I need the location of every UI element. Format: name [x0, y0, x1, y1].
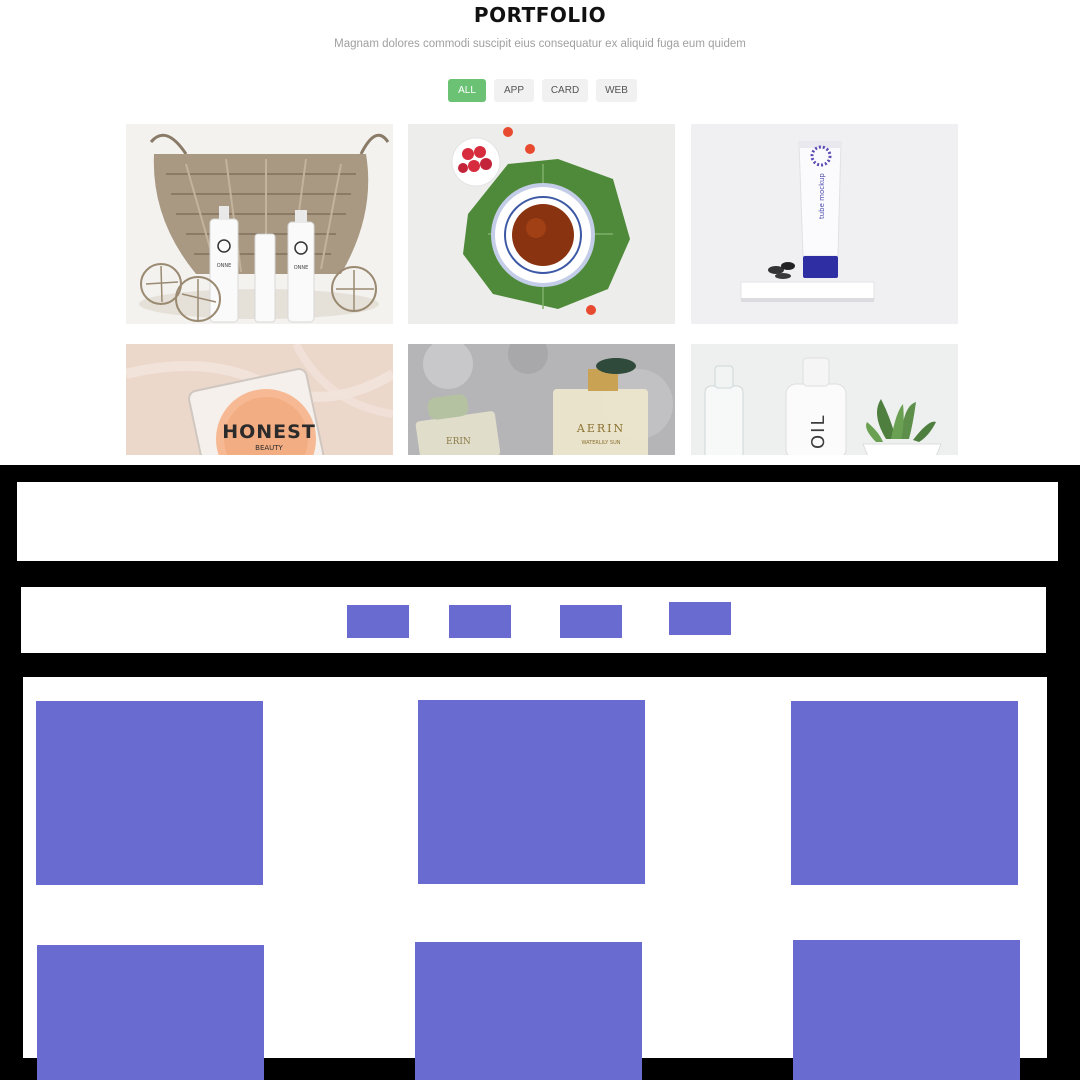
wireframe-grid-tile[interactable] [418, 700, 645, 884]
portfolio-filters: ALL APP CARD WEB [0, 79, 1080, 102]
wireframe-header-panel [17, 482, 1058, 561]
portfolio-item-aerin[interactable]: ERIN AERIN WATERLILY SUN [408, 344, 675, 455]
page-title: PORTFOLIO [473, 3, 607, 27]
wireframe-filter-button[interactable] [347, 605, 409, 638]
tea-image [408, 124, 675, 324]
wireframe-grid-tile[interactable] [791, 701, 1018, 885]
filter-all-button[interactable]: ALL [448, 79, 486, 102]
wireframe-filter-bar [21, 587, 1046, 653]
wireframe-overlay [0, 465, 1080, 1080]
tube-image: tube mockup [691, 124, 958, 324]
oil-image: OIL [691, 344, 958, 455]
honest-brand-text: HONEST [222, 421, 316, 443]
honest-image: HONEST BEAUTY [126, 344, 393, 455]
portfolio-section: PORTFOLIO Magnam dolores commodi suscipi… [0, 0, 1080, 465]
wireframe-grid-tile[interactable] [415, 942, 642, 1080]
filter-web-button[interactable]: WEB [596, 79, 637, 102]
page-subtitle: Magnam dolores commodi suscipit eius con… [334, 38, 746, 50]
basket-image: ONNE ONNE [126, 124, 393, 324]
onne-brand-text: ONNE [217, 263, 232, 269]
aerin-image: ERIN AERIN WATERLILY SUN [408, 344, 675, 455]
beauty-sub-text: BEAUTY [255, 444, 283, 452]
onne-brand-text-2: ONNE [294, 265, 309, 271]
wireframe-filter-button[interactable] [669, 602, 731, 635]
portfolio-item-tea[interactable] [408, 124, 675, 324]
portfolio-item-honest[interactable]: HONEST BEAUTY [126, 344, 393, 455]
portfolio-item-tube[interactable]: tube mockup [691, 124, 958, 324]
wireframe-filter-button[interactable] [560, 605, 622, 638]
oil-product-text: OIL [808, 413, 829, 449]
portfolio-item-oil[interactable]: OIL [691, 344, 958, 455]
wireframe-grid-tile[interactable] [36, 701, 263, 885]
wireframe-grid-tile[interactable] [37, 945, 264, 1080]
filter-app-button[interactable]: APP [494, 79, 534, 102]
wireframe-grid-tile[interactable] [793, 940, 1020, 1080]
aerin-side-text: ERIN [446, 437, 471, 447]
wireframe-filter-button[interactable] [449, 605, 511, 638]
filter-card-button[interactable]: CARD [542, 79, 588, 102]
aerin-brand-text: AERIN [576, 422, 625, 435]
tube-mockup-text: tube mockup [818, 173, 826, 219]
aerin-product-text: WATERLILY SUN [582, 440, 621, 446]
portfolio-item-basket[interactable]: ONNE ONNE [126, 124, 393, 324]
